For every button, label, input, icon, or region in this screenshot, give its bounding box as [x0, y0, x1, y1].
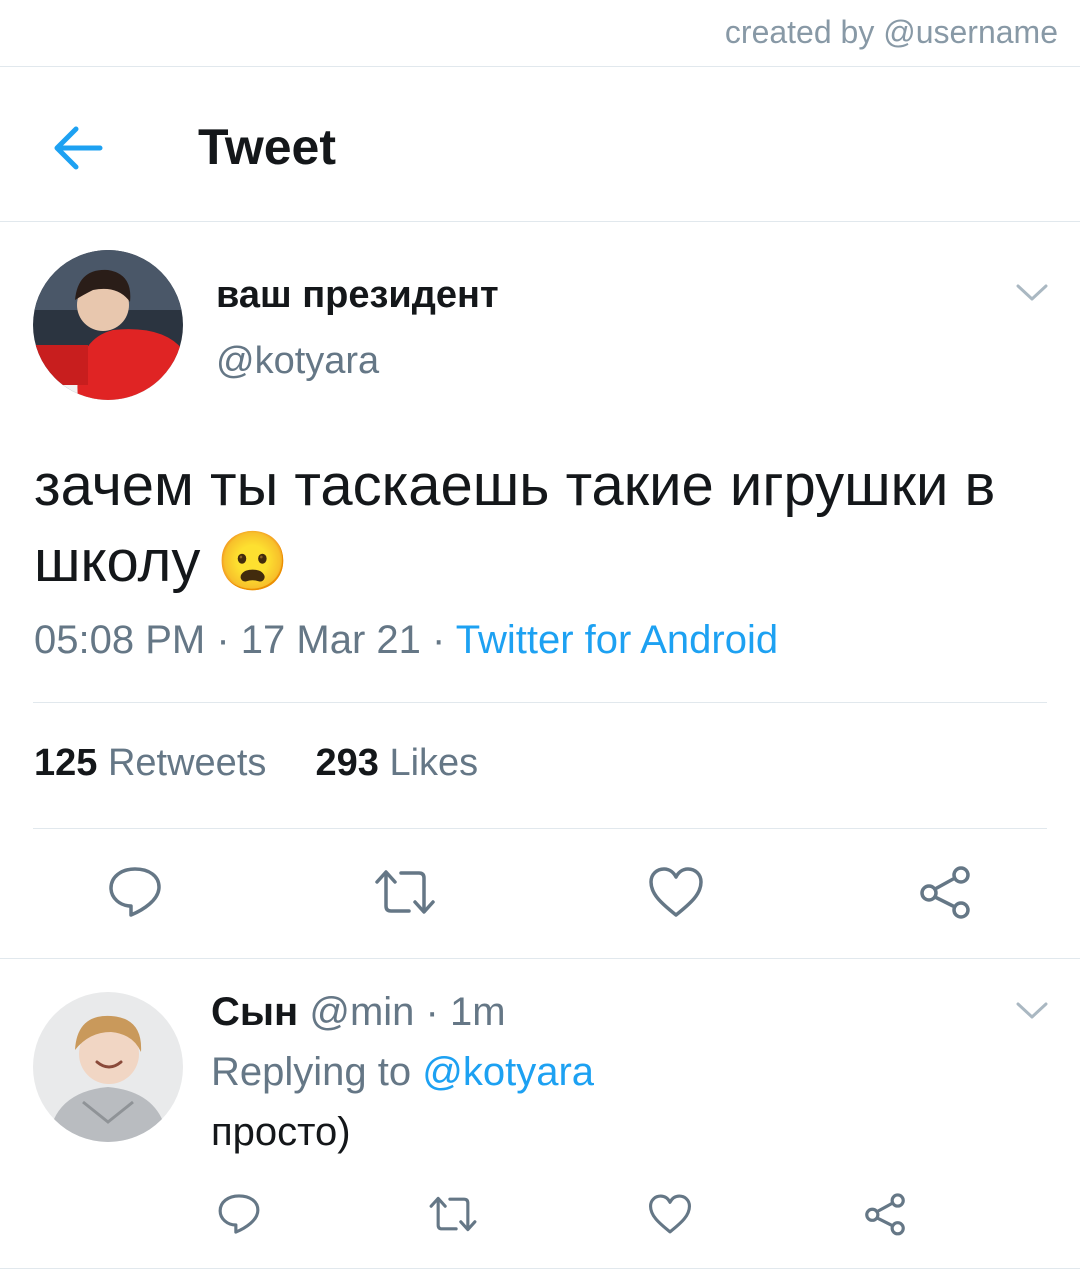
retweet-icon: [375, 870, 435, 914]
chevron-down-icon: [1016, 1002, 1048, 1019]
reply-retweet-button[interactable]: [425, 1188, 481, 1240]
retweet-icon: [429, 1196, 477, 1232]
meta-separator: ·: [425, 990, 439, 1034]
share-button[interactable]: [910, 860, 980, 924]
meta-separator: ·: [432, 618, 446, 662]
retweet-button[interactable]: [370, 860, 440, 924]
share-icon: [865, 1193, 905, 1236]
reply-button[interactable]: [100, 860, 170, 924]
reply-header: Сын @min · 1m: [211, 990, 506, 1035]
emoji-icon: 😦: [216, 529, 289, 594]
divider: [33, 702, 1047, 703]
replying-to: Replying to @kotyara: [211, 1050, 594, 1095]
back-button[interactable]: [50, 120, 106, 176]
divider: [0, 66, 1080, 67]
divider: [0, 221, 1080, 222]
divider: [0, 958, 1080, 959]
tweet-options-button[interactable]: [1014, 282, 1050, 309]
tweet-source-link[interactable]: Twitter for Android: [456, 618, 778, 662]
retweets-count: 125: [34, 742, 98, 784]
like-button[interactable]: [641, 860, 711, 924]
tweet-text: зачем ты таскаешь такие игрушки в школу …: [34, 448, 1044, 600]
reply-author-handle[interactable]: @min: [309, 990, 414, 1034]
tweet-stats: 125 Retweets 293 Likes: [34, 742, 478, 785]
back-arrow-icon: [54, 126, 103, 170]
share-icon: [920, 866, 970, 919]
reply-share-button[interactable]: [858, 1188, 912, 1240]
avatar[interactable]: [33, 250, 183, 400]
divider: [33, 828, 1047, 829]
reply-reply-button[interactable]: [212, 1188, 266, 1240]
reply-text: просто): [211, 1110, 351, 1154]
divider: [0, 1268, 1080, 1269]
meta-separator: ·: [216, 618, 230, 662]
retweets-stat[interactable]: 125 Retweets: [34, 742, 266, 784]
reply-icon: [218, 1194, 260, 1234]
page-title: Tweet: [198, 119, 336, 175]
likes-stat[interactable]: 293 Likes: [316, 742, 479, 784]
like-icon: [649, 1194, 691, 1234]
retweets-label: Retweets: [107, 742, 267, 784]
reply-like-button[interactable]: [643, 1188, 697, 1240]
reply-author-name[interactable]: Сын: [211, 990, 298, 1034]
tweet-date: 17 Mar 21: [240, 618, 421, 662]
likes-count: 293: [315, 742, 379, 784]
like-icon: [649, 867, 703, 917]
reply-icon: [109, 867, 161, 917]
chevron-down-icon: [1016, 284, 1048, 301]
replying-to-label: Replying to: [211, 1050, 412, 1094]
credit-text: created by @username: [724, 14, 1058, 50]
tweet-text-content: зачем ты таскаешь такие игрушки в школу: [34, 453, 996, 594]
reply-time: 1m: [449, 990, 506, 1034]
reply-avatar[interactable]: [33, 992, 183, 1142]
reply-options-button[interactable]: [1014, 1000, 1050, 1027]
tweet-meta: 05:08 PM · 17 Mar 21 · Twitter for Andro…: [34, 618, 778, 663]
author-handle[interactable]: @kotyara: [216, 340, 379, 383]
author-name[interactable]: ваш президент: [216, 274, 499, 317]
replying-to-handle[interactable]: @kotyara: [422, 1050, 594, 1094]
tweet-time: 05:08 PM: [34, 618, 206, 662]
likes-label: Likes: [389, 742, 479, 784]
